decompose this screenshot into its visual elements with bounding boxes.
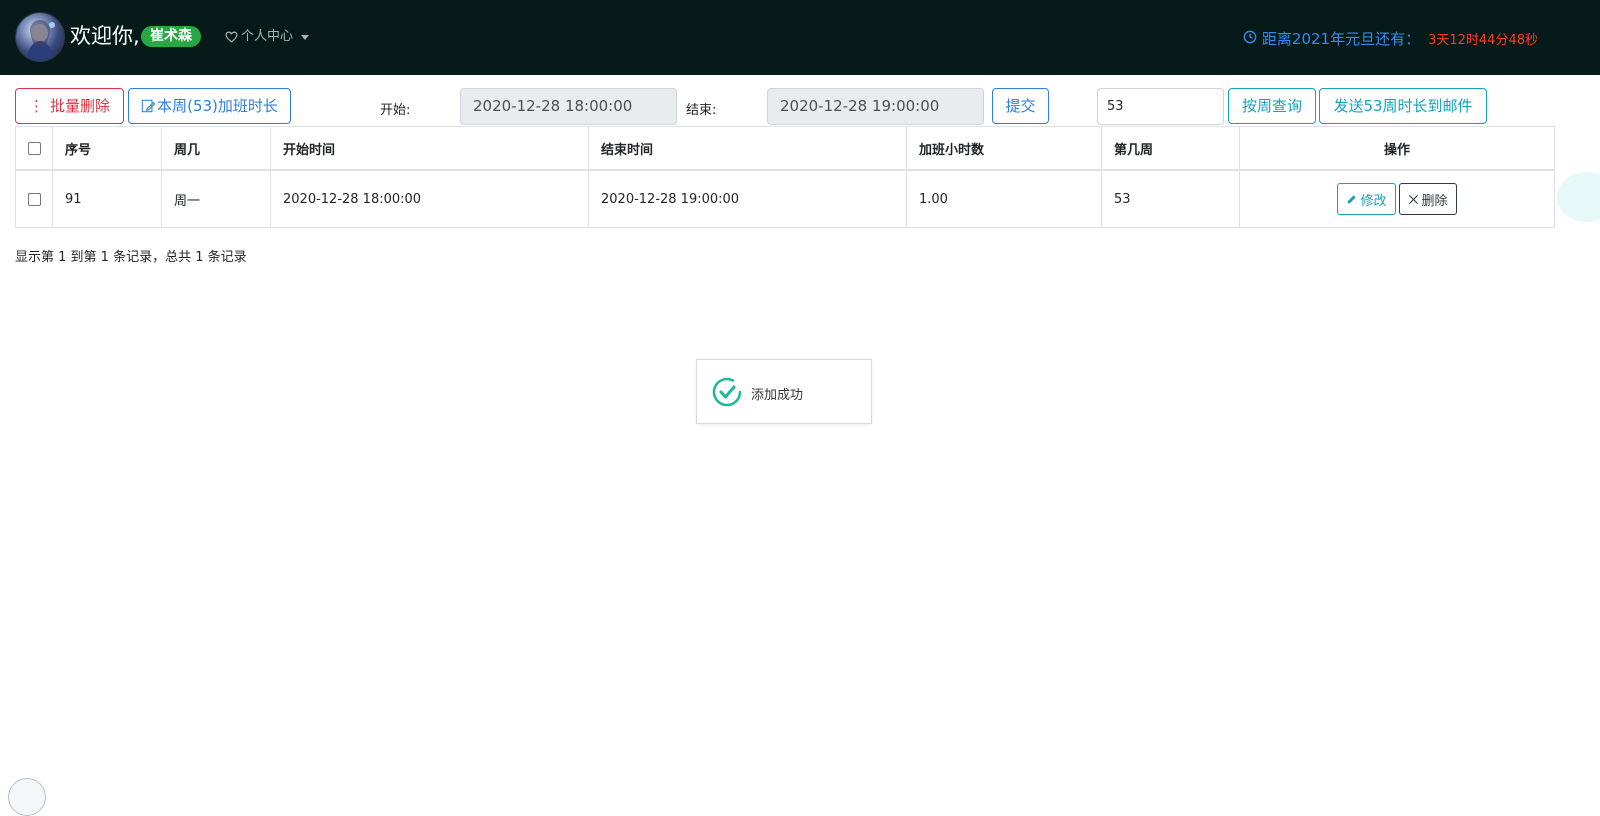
pagination-info: 显示第 1 到第 1 条记录，总共 1 条记录	[15, 250, 247, 265]
table-header-row: 序号 周几 开始时间 结束时间 加班小时数 第几周 操作	[15, 126, 1555, 171]
table-row: 91 周一 2020-12-28 18:00:00 2020-12-28 19:…	[15, 169, 1555, 228]
username-badge: 崔术森	[141, 26, 201, 47]
column-header-actions: 操作	[1239, 126, 1555, 171]
new-year-countdown: 距离2021年元旦还有： 3天12时44分48秒	[1243, 28, 1538, 49]
cell-hours: 1.00	[906, 169, 1102, 228]
side-floating-button[interactable]	[1557, 172, 1600, 222]
week-overtime-hours-button[interactable]: 本周(53)加班时长	[128, 88, 291, 124]
week-overtime-hours-label: 本周(53)加班时长	[157, 97, 278, 115]
end-label: 结束:	[686, 103, 717, 118]
column-header-id[interactable]: 序号	[52, 126, 162, 171]
welcome-text: 欢迎你,	[70, 24, 140, 48]
column-header-hours[interactable]: 加班小时数	[906, 126, 1102, 171]
cell-end-time: 2020-12-28 19:00:00	[588, 169, 907, 228]
submit-button[interactable]: 提交	[992, 88, 1049, 124]
column-header-start-time[interactable]: 开始时间	[270, 126, 589, 171]
query-by-week-button[interactable]: 按周查询	[1228, 88, 1316, 124]
cell-actions: 修改 删除	[1239, 169, 1555, 228]
success-toast: 添加成功	[696, 359, 872, 424]
close-icon	[1408, 194, 1418, 204]
toast-message: 添加成功	[751, 388, 804, 403]
edit-label: 修改	[1360, 193, 1387, 209]
send-email-button[interactable]: 发送53周时长到邮件	[1319, 88, 1487, 124]
clock-icon	[1243, 30, 1257, 48]
avatar[interactable]	[16, 13, 64, 61]
overtime-table: 序号 周几 开始时间 结束时间 加班小时数 第几周 操作 91 周一 2020-…	[15, 126, 1555, 228]
batch-delete-button[interactable]: ⋮ 批量删除	[15, 88, 124, 124]
countdown-label: 距离2021年元旦还有：	[1261, 30, 1421, 48]
edit-document-icon	[141, 99, 156, 113]
row-select-cell	[15, 169, 53, 228]
heart-icon	[225, 31, 238, 43]
select-all-cell	[15, 126, 53, 171]
cell-weekday: 周一	[161, 169, 271, 228]
edit-button[interactable]: 修改	[1337, 183, 1396, 215]
profile-menu-dropdown[interactable]: 个人中心	[225, 27, 310, 47]
start-label: 开始:	[380, 103, 411, 118]
vertical-dots-icon: ⋮	[28, 97, 44, 115]
start-time-input[interactable]: 2020-12-28 18:00:00	[460, 88, 677, 125]
batch-delete-label: 批量删除	[49, 97, 110, 115]
pencil-icon	[1347, 194, 1357, 204]
select-all-checkbox[interactable]	[27, 141, 41, 155]
corner-floating-button[interactable]	[8, 778, 46, 816]
cell-start-time: 2020-12-28 18:00:00	[270, 169, 589, 228]
cell-week: 53	[1101, 169, 1240, 228]
profile-menu-label: 个人中心	[241, 29, 294, 44]
column-header-week[interactable]: 第几周	[1101, 126, 1240, 171]
end-time-input[interactable]: 2020-12-28 19:00:00	[767, 88, 984, 125]
delete-label: 删除	[1421, 193, 1448, 209]
cell-id: 91	[52, 169, 162, 228]
countdown-time: 3天12时44分48秒	[1428, 33, 1538, 48]
row-checkbox[interactable]	[27, 192, 41, 206]
check-circle-icon	[712, 377, 742, 407]
column-header-end-time[interactable]: 结束时间	[588, 126, 907, 171]
column-header-weekday[interactable]: 周几	[161, 126, 271, 171]
delete-button[interactable]: 删除	[1398, 183, 1457, 215]
top-navbar: 欢迎你, 崔术森 个人中心 距离2021年元旦还有： 3天12时44分48秒	[0, 0, 1600, 75]
week-number-input[interactable]: 53	[1097, 88, 1224, 125]
avatar-image	[26, 20, 55, 61]
chevron-down-icon	[301, 34, 310, 40]
